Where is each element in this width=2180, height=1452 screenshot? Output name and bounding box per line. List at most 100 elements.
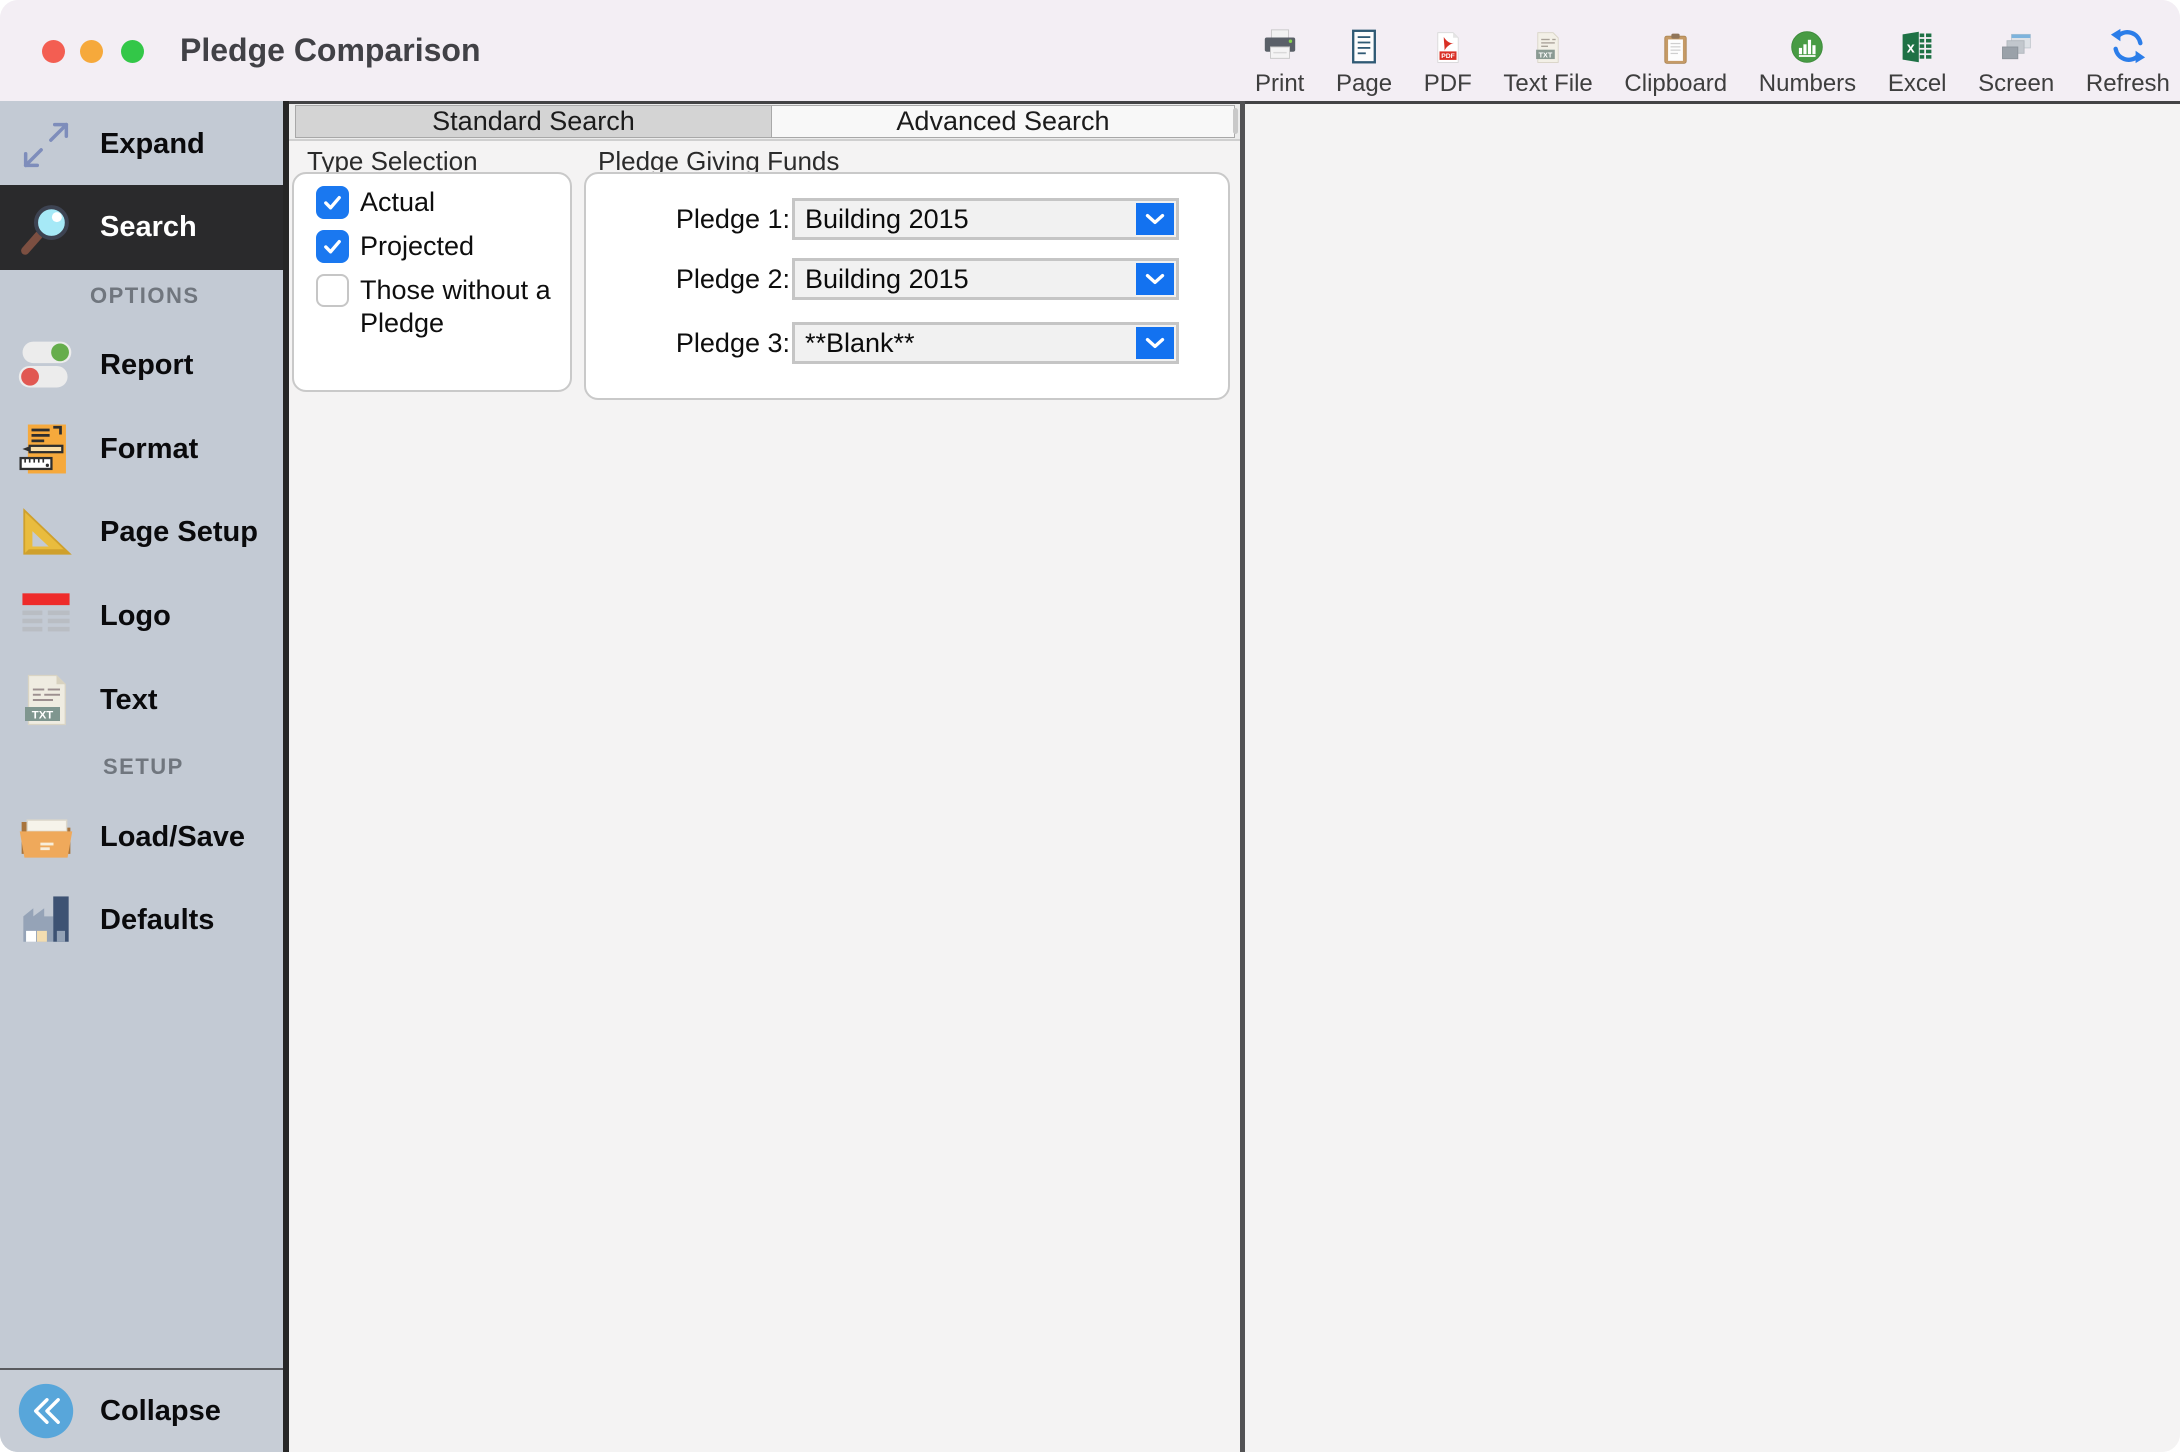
page-button[interactable]: Page — [1336, 25, 1392, 96]
chevron-down-icon[interactable] — [1136, 263, 1174, 295]
sidebar-item-label: Expand — [100, 128, 205, 160]
type-selection-group: Actual Projected Those without a Pledge — [292, 172, 572, 392]
pledge-3-dropdown[interactable]: **Blank** — [792, 322, 1179, 364]
sidebar-item-expand[interactable]: Expand — [0, 104, 283, 185]
sidebar-item-format[interactable]: Format — [0, 407, 283, 491]
excel-button[interactable]: x Excel — [1888, 25, 1947, 96]
zoom-window-button[interactable] — [121, 40, 144, 63]
sidebar: Expand Search OPTIONS Report Format Page… — [0, 101, 283, 1452]
svg-text:PDF: PDF — [1441, 53, 1455, 60]
text-file-icon: TXT — [1531, 25, 1565, 65]
toolbar-label: Clipboard — [1624, 70, 1728, 97]
print-button[interactable]: Print — [1255, 25, 1304, 96]
sidebar-item-label: Page Setup — [100, 515, 258, 548]
sidebar-section-setup: SETUP — [103, 754, 184, 779]
logo-icon — [14, 584, 78, 648]
checkbox[interactable] — [316, 274, 349, 307]
tab-scrollbar-thumb[interactable] — [1233, 108, 1238, 134]
checkbox-row-actual[interactable]: Actual — [316, 186, 435, 219]
format-icon — [14, 417, 78, 481]
report-icon — [14, 333, 78, 397]
dropdown-value: Building 2015 — [805, 263, 969, 294]
toolbar-label: Excel — [1887, 70, 1947, 97]
pdf-button[interactable]: PDF PDF — [1424, 25, 1472, 96]
checkbox-row-those-without-pledge[interactable]: Those without a Pledge — [316, 274, 560, 340]
sidebar-item-label: Logo — [100, 599, 171, 632]
title-bar: Pledge Comparison Print Page PDF PDF TXT… — [0, 0, 2180, 101]
dropdown-value: **Blank** — [805, 327, 915, 358]
sidebar-item-label: Search — [100, 211, 197, 243]
tab-standard-search[interactable]: Standard Search — [295, 105, 772, 138]
check-icon — [324, 196, 341, 210]
sidebar-item-load-save[interactable]: Load/Save — [0, 795, 283, 879]
chevron-down-icon[interactable] — [1136, 203, 1174, 235]
sidebar-item-page-setup[interactable]: Page Setup — [0, 490, 283, 574]
sidebar-item-label: Format — [100, 432, 199, 465]
checkbox[interactable] — [316, 230, 349, 263]
window-title: Pledge Comparison — [180, 32, 481, 68]
sidebar-item-label: Collapse — [100, 1394, 221, 1427]
numbers-button[interactable]: Numbers — [1759, 25, 1856, 96]
pledge-2-dropdown[interactable]: Building 2015 — [792, 258, 1179, 300]
excel-icon: x — [1899, 25, 1935, 65]
tab-strip: Standard Search Advanced Search — [289, 104, 1240, 141]
refresh-button[interactable]: Refresh — [2086, 25, 2170, 96]
pledge-3-row: Pledge 3: **Blank** — [586, 322, 1228, 364]
page-icon — [1346, 25, 1382, 65]
checkbox-row-projected[interactable]: Projected — [316, 230, 474, 263]
toolbar-label: Page — [1336, 70, 1393, 97]
toolbar: Print Page PDF PDF TXT Text File Clipboa… — [1255, 16, 2170, 96]
toolbar-label: Numbers — [1758, 70, 1857, 97]
chevron-down-icon[interactable] — [1136, 327, 1174, 359]
checkbox-label: Projected — [360, 231, 475, 261]
close-window-button[interactable] — [42, 40, 65, 63]
clipboard-button[interactable]: Clipboard — [1624, 25, 1727, 96]
print-icon — [1261, 25, 1299, 65]
pledge-funds-group: Pledge 1: Building 2015 Pledge 2: Buildi… — [584, 172, 1230, 400]
numbers-icon — [1789, 25, 1825, 65]
pledge-2-label: Pledge 2: — [675, 263, 790, 294]
check-icon — [324, 240, 341, 254]
checkbox[interactable] — [316, 186, 349, 219]
sidebar-item-label: Report — [100, 348, 194, 381]
screen-button[interactable]: Screen — [1978, 25, 2054, 96]
app-window: Pledge Comparison Print Page PDF PDF TXT… — [0, 0, 2180, 1452]
sidebar-item-label: Load/Save — [100, 820, 246, 853]
checkbox-label: Those without a Pledge — [360, 275, 551, 338]
sidebar-content-divider — [283, 101, 289, 1452]
text-file-button[interactable]: TXT Text File — [1503, 25, 1593, 97]
pledge-2-row: Pledge 2: Building 2015 — [586, 258, 1228, 300]
report-preview-panel — [1245, 104, 2180, 1452]
clipboard-icon — [1659, 25, 1692, 65]
pledge-1-label: Pledge 1: — [675, 203, 790, 234]
toolbar-label: Text File — [1503, 70, 1593, 97]
expand-icon — [14, 113, 78, 177]
tab-advanced-search[interactable]: Advanced Search — [772, 105, 1235, 138]
sidebar-item-defaults[interactable]: Defaults — [0, 878, 283, 962]
search-icon — [14, 196, 78, 260]
svg-text:TXT: TXT — [1539, 50, 1553, 59]
pdf-icon: PDF — [1431, 25, 1465, 65]
text-icon: TXT — [14, 668, 78, 732]
toolbar-label: Print — [1255, 70, 1305, 97]
toolbar-label: PDF — [1423, 70, 1472, 97]
toolbar-label: Screen — [1978, 70, 2055, 97]
sidebar-item-label: Text — [100, 683, 158, 716]
sidebar-item-text[interactable]: TXT Text — [0, 658, 283, 742]
sidebar-item-search[interactable]: Search — [0, 185, 283, 270]
sidebar-item-logo[interactable]: Logo — [0, 574, 283, 658]
pledge-1-dropdown[interactable]: Building 2015 — [792, 198, 1179, 240]
collapse-icon — [14, 1379, 78, 1443]
defaults-icon — [14, 888, 78, 952]
screen-icon — [1998, 25, 2034, 65]
sidebar-item-report[interactable]: Report — [0, 323, 283, 407]
sidebar-item-label: Defaults — [100, 903, 215, 936]
checkbox-label: Actual — [360, 187, 436, 217]
load-save-icon — [14, 805, 78, 869]
page-setup-icon — [14, 500, 78, 564]
refresh-icon — [2109, 25, 2147, 65]
sidebar-item-collapse[interactable]: Collapse — [0, 1370, 283, 1452]
minimize-window-button[interactable] — [80, 40, 103, 63]
dropdown-value: Building 2015 — [805, 203, 969, 234]
pledge-3-label: Pledge 3: — [675, 327, 790, 358]
